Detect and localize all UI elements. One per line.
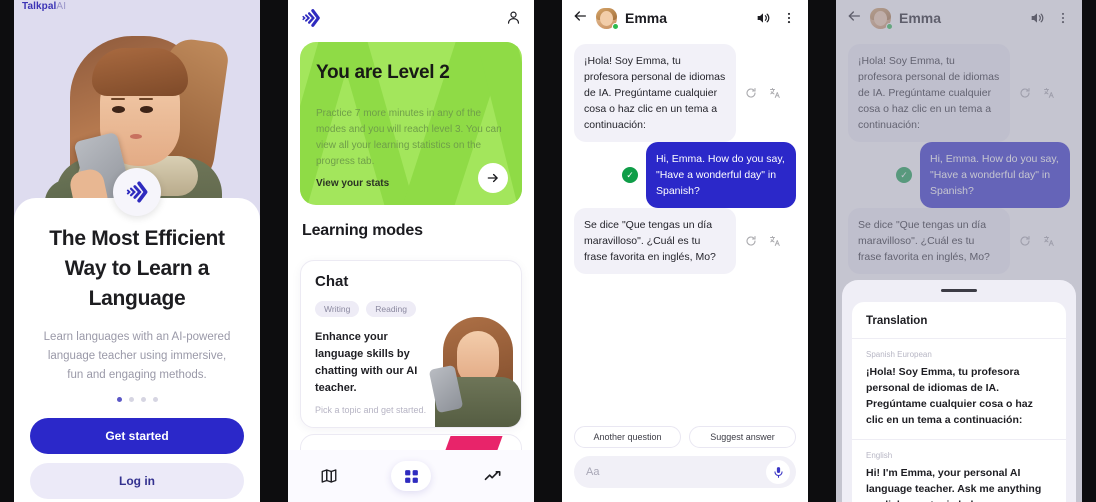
pager-dot-1[interactable]: [116, 397, 122, 402]
tab-modes[interactable]: [391, 461, 431, 491]
message-bubble: Hi, Emma. How do you say, "Have a wonder…: [646, 142, 796, 208]
microphone-icon[interactable]: [766, 460, 790, 484]
trending-up-icon: [484, 471, 501, 481]
talkpal-wave-icon: [126, 181, 148, 203]
status-badge: [612, 22, 619, 30]
grid-icon: [404, 469, 418, 483]
level-card-body: Practice 7 more minutes in any of the mo…: [316, 108, 502, 167]
tab-explore[interactable]: [309, 461, 349, 491]
tag-writing: Writing: [315, 301, 360, 317]
message-bubble: Se dice "Que tengas un día maravilloso".…: [574, 208, 736, 274]
speaker-icon[interactable]: [754, 9, 772, 27]
talkpal-wave-icon: [302, 8, 320, 27]
message-ai-2: Se dice "Que tengas un día maravilloso".…: [574, 208, 782, 274]
talkpal-wave-logo: [113, 168, 161, 216]
bottom-tabbar: [288, 450, 534, 502]
pager-dot-3[interactable]: [140, 397, 146, 402]
decorative-pink-shape: [445, 436, 503, 450]
map-book-icon: [321, 469, 337, 483]
view-stats-link[interactable]: View your stats: [316, 178, 389, 189]
chip-another-question[interactable]: Another question: [574, 426, 681, 448]
translation-language-source: Spanish European: [866, 350, 932, 359]
talkpal-wave-logo[interactable]: [300, 7, 322, 34]
check-circle-icon: ✓: [622, 167, 638, 183]
pager-dot-2[interactable]: [128, 397, 134, 402]
chat-screen-dimmed: Emma ¡Hola! Soy Emma, tu profesora perso…: [836, 0, 1082, 502]
home-screen: You are Level 2 Practice 7 more minutes …: [288, 0, 534, 502]
log-in-button[interactable]: Log in: [30, 463, 244, 499]
translation-sheet-body: Translation Spanish European ¡Hola! Soy …: [852, 302, 1066, 502]
avatar[interactable]: [596, 7, 619, 30]
translate-icon[interactable]: [768, 234, 782, 248]
panel-onboarding: TalkpalAI The Most Efficient Way to Lear…: [0, 0, 274, 502]
chat-screen: Emma ¡Hola! Soy Emma, tu profesora perso…: [562, 0, 808, 502]
get-started-button[interactable]: Get started: [30, 418, 244, 454]
person-icon[interactable]: [505, 9, 522, 31]
drag-handle[interactable]: [941, 289, 977, 292]
panel-home: You are Level 2 Practice 7 more minutes …: [274, 0, 548, 502]
onboarding-screen: TalkpalAI The Most Efficient Way to Lear…: [14, 0, 260, 502]
replay-icon[interactable]: [744, 234, 758, 248]
translation-text-target: Hi! I'm Emma, your personal AI language …: [866, 467, 1042, 502]
chip-suggest-answer[interactable]: Suggest answer: [689, 426, 796, 448]
replay-icon[interactable]: [744, 86, 758, 100]
message-ai-1: ¡Hola! Soy Emma, tu profesora personal d…: [574, 44, 782, 142]
home-topbar: [288, 0, 534, 40]
tab-progress[interactable]: [473, 461, 513, 491]
brand-wordmark: TalkpalAI: [22, 1, 66, 12]
message-actions: [744, 86, 782, 100]
brand-suffix: AI: [56, 1, 67, 12]
translation-text-source: ¡Hola! Soy Emma, tu profesora personal d…: [866, 366, 1033, 426]
message-bubble: ¡Hola! Soy Emma, tu profesora personal d…: [574, 44, 736, 142]
page-subtitle: Learn languages with an AI-powered langu…: [43, 331, 231, 381]
pager-dot-4[interactable]: [152, 397, 158, 402]
chat-header: Emma: [562, 0, 808, 36]
divider: [852, 338, 1066, 339]
message-composer[interactable]: Aa: [574, 456, 796, 488]
translation-title: Translation: [866, 315, 928, 327]
panel-chat: Emma ¡Hola! Soy Emma, tu profesora perso…: [548, 0, 822, 502]
panel-chat-translation: Emma ¡Hola! Soy Emma, tu profesora perso…: [822, 0, 1096, 502]
screenshot-strip: TalkpalAI The Most Efficient Way to Lear…: [0, 0, 1096, 502]
more-vertical-icon[interactable]: [780, 9, 798, 27]
pager-dots: [30, 397, 244, 402]
page-title: The Most Efficient Way to Learn a Langua…: [49, 227, 225, 310]
chat-title: Emma: [625, 10, 668, 26]
message-input[interactable]: Aa: [586, 466, 766, 478]
mode-card-illustration: [427, 311, 521, 427]
translate-icon[interactable]: [768, 86, 782, 100]
arrow-right-icon[interactable]: [478, 163, 508, 193]
tag-reading: Reading: [366, 301, 416, 317]
mode-card-title: Chat: [315, 273, 349, 290]
mode-card-hint: Pick a topic and get started.: [315, 405, 427, 415]
message-user-1: ✓ Hi, Emma. How do you say, "Have a wond…: [622, 142, 796, 208]
message-actions: [744, 234, 782, 248]
level-card[interactable]: You are Level 2 Practice 7 more minutes …: [300, 42, 522, 205]
level-card-title: You are Level 2: [316, 62, 450, 83]
brand-name: Talkpal: [22, 1, 57, 12]
arrow-left-icon[interactable]: [572, 8, 588, 29]
translation-sheet: Translation Spanish European ¡Hola! Soy …: [842, 280, 1076, 502]
divider: [852, 439, 1066, 440]
onboarding-card: The Most Efficient Way to Learn a Langua…: [14, 198, 260, 502]
suggestion-chips: Another question Suggest answer: [574, 426, 796, 448]
section-title-learning-modes: Learning modes: [302, 222, 423, 239]
mode-card-body: Enhance your language skills by chatting…: [315, 331, 418, 394]
mode-card-chat[interactable]: Chat Writing Reading Enhance your langua…: [300, 260, 522, 428]
translation-language-target: English: [866, 451, 893, 460]
